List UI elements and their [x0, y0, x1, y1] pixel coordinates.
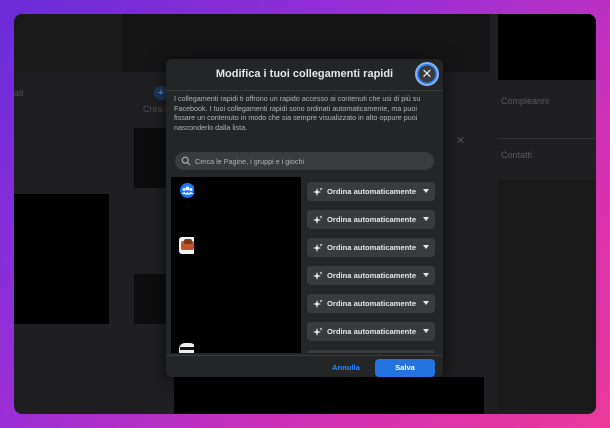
- app-window: ati + Crea s Compleanni Contatti ✕ Modif…: [14, 14, 596, 414]
- caret-down-icon: [423, 217, 429, 221]
- caret-down-icon: [423, 189, 429, 193]
- shortcuts-list: Ordina automaticamente Ordina automaticam…: [166, 177, 443, 353]
- sort-dropdown-label: Ordina automaticamente: [327, 327, 417, 336]
- bg-right-top-block: [498, 14, 596, 80]
- sparkle-icon: [313, 271, 323, 280]
- caret-down-icon: [423, 301, 429, 305]
- sort-dropdown-button[interactable]: Ordina automaticamente: [307, 266, 435, 285]
- caret-down-icon: [423, 273, 429, 277]
- dialog-footer: Annulla Salva: [166, 355, 443, 377]
- sparkle-icon: [313, 243, 323, 252]
- sort-dropdown-button[interactable]: Ordina automaticamente: [307, 350, 435, 353]
- sparkle-icon: [313, 299, 323, 308]
- sort-dropdown-label: Ordina automaticamente: [327, 215, 417, 224]
- dialog-header: Modifica i tuoi collegamenti rapidi ✕: [166, 59, 443, 91]
- sort-dropdown-button[interactable]: Ordina automaticamente: [307, 210, 435, 229]
- search-placeholder: Cerca le Pagine, i gruppi e i giochi: [195, 156, 305, 166]
- sort-dropdown-label: Ordina automaticamente: [327, 187, 417, 196]
- sort-dropdown-button[interactable]: Ordina automaticamente: [307, 322, 435, 341]
- bg-left-panel: [14, 14, 124, 72]
- bg-right-divider: [498, 138, 596, 139]
- caret-down-icon: [423, 329, 429, 333]
- sort-dropdown-button[interactable]: Ordina automaticamente: [307, 182, 435, 201]
- bg-birthdays-label: Compleanni: [501, 96, 550, 106]
- bg-close-icon: ✕: [456, 135, 466, 147]
- sparkle-icon: [313, 327, 323, 336]
- close-button[interactable]: ✕: [417, 64, 437, 84]
- sort-dropdown-button[interactable]: Ordina automaticamente: [307, 294, 435, 313]
- shortcut-thumbnails: [171, 177, 196, 353]
- sort-dropdown-button[interactable]: Ordina automaticamente: [307, 238, 435, 257]
- bg-contacts-label: Contatti: [501, 150, 533, 160]
- sort-dropdown-label: Ordina automaticamente: [327, 243, 417, 252]
- caret-down-icon: [423, 245, 429, 249]
- dialog-title: Modifica i tuoi collegamenti rapidi: [215, 68, 394, 80]
- dialog-description: I collegamenti rapidi ti offrono un rapi…: [174, 94, 421, 132]
- search-input[interactable]: Cerca le Pagine, i gruppi e i giochi: [175, 152, 434, 170]
- close-icon: ✕: [421, 66, 433, 81]
- bg-left-label: ati: [14, 88, 24, 98]
- bg-right-bottom-block: [498, 180, 596, 410]
- bg-left-image: [14, 194, 109, 324]
- edit-shortcuts-dialog: Modifica i tuoi collegamenti rapidi ✕ I …: [166, 59, 443, 377]
- search-icon: [181, 156, 191, 166]
- cancel-button[interactable]: Annulla: [332, 360, 360, 376]
- bg-bottom-block: [174, 377, 484, 414]
- sort-dropdown-label: Ordina automaticamente: [327, 299, 417, 308]
- sparkle-icon: [313, 187, 323, 196]
- save-button[interactable]: Salva: [375, 359, 435, 377]
- shortcut-names-redacted: [194, 177, 301, 353]
- sparkle-icon: [313, 215, 323, 224]
- groups-icon: [180, 183, 195, 198]
- sort-dropdown-label: Ordina automaticamente: [327, 271, 417, 280]
